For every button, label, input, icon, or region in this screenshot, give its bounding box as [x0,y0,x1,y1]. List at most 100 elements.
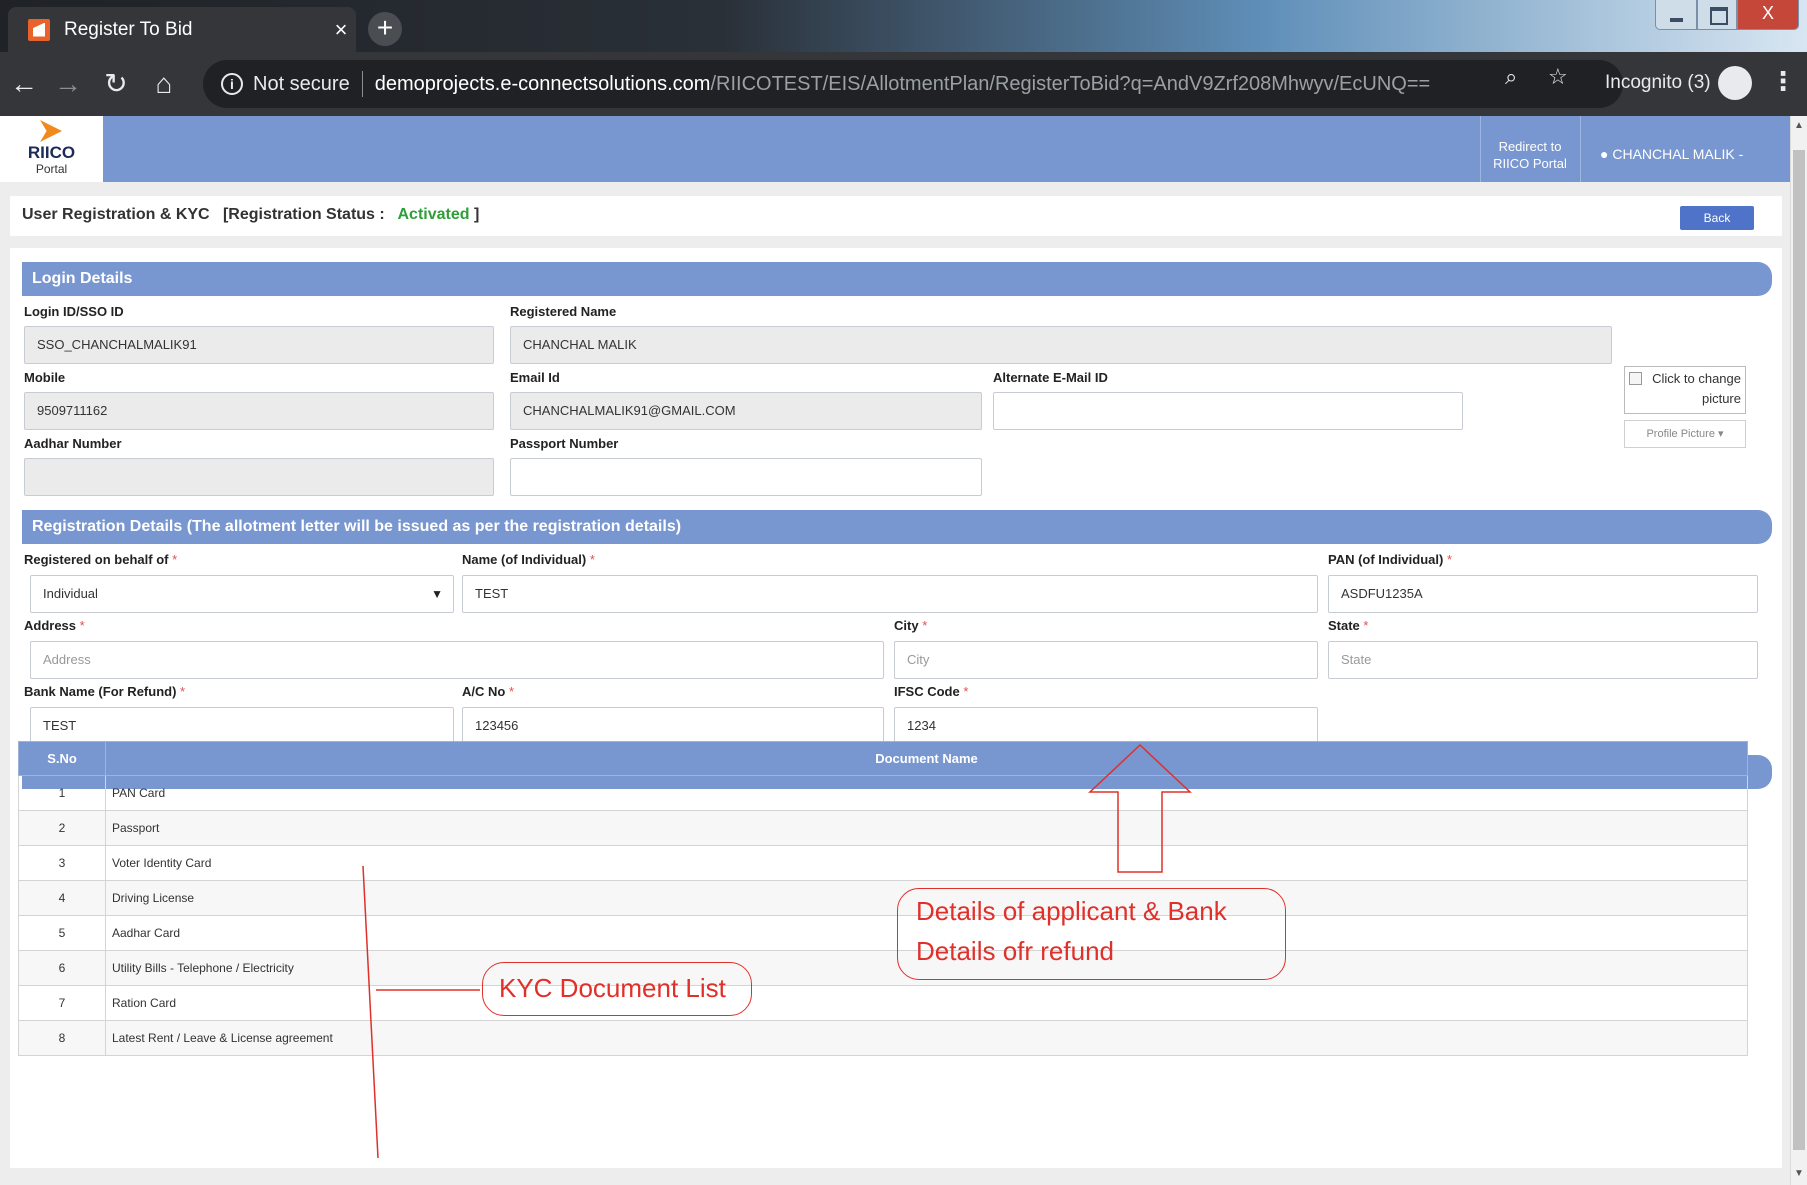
required-mark: * [172,552,178,567]
pan-label-text: PAN (of Individual) [1328,552,1444,567]
redirect-line-2: RIICO Portal [1493,156,1567,171]
browser-toolbar: ← → ↻ ⌂ i Not secure demoprojects.e-conn… [0,52,1807,116]
table-row: 1 PAN Card [18,775,1748,811]
table-row: 2 Passport [18,810,1748,846]
ifsc-field[interactable]: 1234 [894,707,1318,745]
acno-label-text: A/C No [462,684,506,699]
dropdown-arrow-icon: ▼ [431,587,443,601]
row-sno: 7 [18,985,106,1021]
address-field[interactable]: Address [30,641,884,679]
state-label: State * [1328,618,1368,633]
row-sno: 6 [18,950,106,986]
behalf-label-text: Registered on behalf of [24,552,169,567]
address-label-text: Address [24,618,77,633]
tab-close-icon[interactable]: × [326,17,356,43]
required-mark: * [922,618,928,633]
user-name: CHANCHAL MALIK [1612,146,1735,162]
required-mark: * [79,618,85,633]
zoom-icon[interactable]: ⌕ [1505,64,1517,90]
scroll-thumb[interactable] [1793,150,1805,1150]
logo-text: RIICO [27,143,76,162]
redirect-portal-link[interactable]: Redirect to RIICO Portal [1490,138,1570,172]
status-prefix: [Registration Status : [222,206,385,223]
table-row: 5 Aadhar Card [18,915,1748,951]
window-minimize-button[interactable] [1655,0,1697,30]
row-document-name: PAN Card [105,775,1748,811]
site-favicon-icon [28,18,50,41]
city-label-text: City [894,618,919,633]
bank-label: Bank Name (For Refund) * [24,684,185,699]
browser-menu-icon[interactable]: ⋮ [1770,66,1796,97]
account-number-field[interactable]: 123456 [462,707,884,745]
home-icon[interactable]: ⌂ [144,64,184,104]
ifsc-label: IFSC Code * [894,684,968,699]
new-tab-button[interactable]: + [368,12,402,46]
broken-image-icon [1629,372,1642,385]
address-label: Address * [24,618,85,633]
passport-field[interactable] [510,458,982,496]
behalf-select[interactable]: Individual ▼ [30,575,454,613]
email-field: CHANCHALMALIK91@GMAIL.COM [510,392,982,430]
acno-label: A/C No * [462,684,514,699]
back-button[interactable]: Back [1680,206,1754,230]
scroll-down-icon[interactable]: ▼ [1794,1168,1804,1179]
user-menu[interactable]: ● CHANCHAL MALIK - [1600,146,1743,162]
back-arrow-icon[interactable]: ← [4,64,44,104]
aadhar-label: Aadhar Number [24,436,122,451]
login-details-header: Login Details [22,262,1772,296]
bank-name-field[interactable]: TEST [30,707,454,745]
required-mark: * [508,684,515,699]
city-field[interactable]: City [894,641,1318,679]
page-title-bar: User Registration & KYC [Registration St… [10,196,1782,236]
aadhar-field [24,458,494,496]
row-sno: 5 [18,915,106,951]
info-icon[interactable]: i [221,73,243,95]
login-id-field: SSO_CHANCHALMALIK91 [24,326,494,364]
annotation-details-line-1: Details of applicant & Bank [916,896,1227,926]
riico-logo[interactable]: RIICO Portal [0,116,103,182]
page-title: User Registration & KYC [Registration St… [22,206,479,224]
mobile-field: 9509711162 [24,392,494,430]
user-icon: ● [1600,146,1609,162]
state-field[interactable]: State [1328,641,1758,679]
profile-picture-button[interactable]: Profile Picture ▾ [1624,420,1746,448]
registered-name-label: Registered Name [510,304,617,319]
name-label-text: Name (of Individual) [462,552,587,567]
registered-name-field: CHANCHAL MALIK [510,326,1612,364]
url-path: /RIICOTEST/EIS/AllotmentPlan/RegisterToB… [710,72,1431,95]
window-maximize-button[interactable] [1697,0,1737,30]
status-suffix: ] [473,206,480,223]
reload-icon[interactable]: ↻ [96,64,136,104]
required-mark: * [180,684,186,699]
forward-arrow-icon[interactable]: → [48,64,88,104]
row-sno: 8 [18,1020,106,1056]
pan-field[interactable]: ASDFU1235A [1328,575,1758,613]
browser-tab[interactable]: Register To Bid × [8,7,356,52]
incognito-label[interactable]: Incognito (3) [1605,72,1711,94]
table-header-row: S.No Document Name [18,741,1748,776]
profile-picture[interactable]: Click to change picture [1624,366,1746,414]
table-row: 8 Latest Rent / Leave & License agreement [18,1020,1748,1056]
state-label-text: State [1328,618,1360,633]
profile-picture-alt: Click to change picture [1652,371,1741,406]
row-sno: 2 [18,810,106,846]
address-bar[interactable]: i Not secure demoprojects.e-connectsolut… [203,60,1623,108]
table-row: 4 Driving License [18,880,1748,916]
row-sno: 3 [18,845,106,881]
page-title-text: User Registration & KYC [22,206,210,223]
kyc-document-table: S.No Document Name 1 PAN Card 2 Passport 3… [18,741,1748,1056]
logo-mark-icon [40,120,62,142]
name-field[interactable]: TEST [462,575,1318,613]
bookmark-star-icon[interactable]: ☆ [1548,64,1568,90]
annotation-details-line-2: Details ofr refund [916,936,1114,966]
row-document-name: Passport [105,810,1748,846]
ifsc-label-text: IFSC Code [894,684,960,699]
column-header-document-name: Document Name [105,741,1748,776]
scroll-up-icon[interactable]: ▲ [1794,120,1804,131]
login-id-label: Login ID/SSO ID [24,304,124,319]
incognito-icon[interactable] [1718,66,1752,100]
page-scrollbar[interactable]: ▲ ▼ [1790,116,1807,1185]
row-document-name: Latest Rent / Leave & License agreement [105,1020,1748,1056]
window-close-button[interactable]: X [1737,0,1799,30]
alt-email-field[interactable] [993,392,1463,430]
